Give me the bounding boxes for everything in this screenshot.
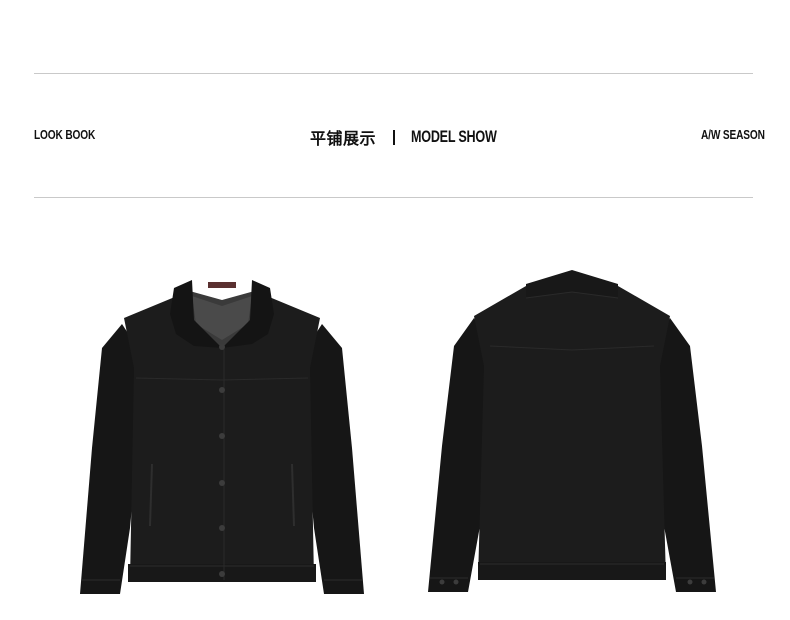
top-divider (34, 73, 753, 74)
season-label: A/W SEASON (701, 127, 765, 142)
title-separator (393, 129, 396, 145)
section-title: 平铺展示 MODEL SHOW (310, 124, 527, 150)
section-title-cn: 平铺展示 (310, 129, 377, 148)
section-title-en: MODEL SHOW (411, 127, 497, 146)
bottom-divider (34, 197, 753, 198)
jacket-front-image (74, 268, 370, 600)
look-book-label: LOOK BOOK (34, 127, 96, 142)
jacket-back-image (424, 266, 720, 600)
